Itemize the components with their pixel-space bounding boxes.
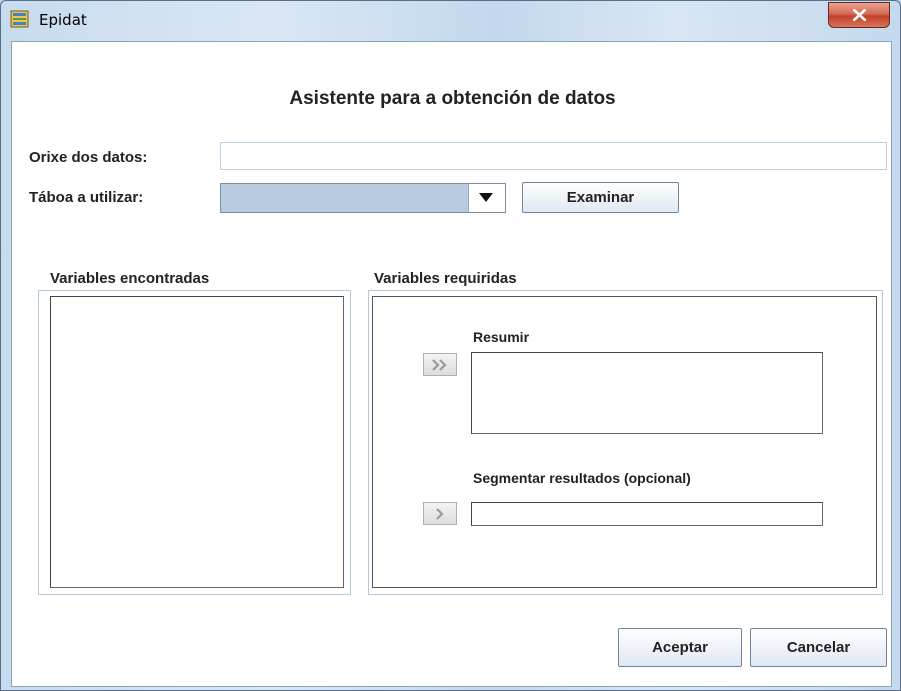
table-label: Táboa a utilizar:	[29, 189, 144, 206]
window-title: Epidat	[39, 11, 87, 29]
required-variables-panel: Resumir Segmentar resultados (opcional)	[372, 296, 877, 588]
summarize-list[interactable]	[471, 352, 823, 434]
accept-button[interactable]: Aceptar	[618, 628, 742, 667]
title-bar[interactable]: Epidat	[1, 1, 900, 41]
chevron-down-icon	[479, 193, 493, 202]
table-select-toggle[interactable]	[468, 184, 505, 212]
segment-label: Segmentar resultados (opcional)	[473, 470, 691, 486]
double-chevron-right-icon	[432, 359, 447, 371]
summarize-label: Resumir	[473, 329, 530, 345]
browse-button[interactable]: Examinar	[522, 182, 679, 213]
found-variables-title: Variables encontradas	[47, 270, 213, 287]
add-segment-button[interactable]	[423, 502, 457, 525]
segment-field[interactable]	[471, 502, 823, 526]
epidat-app-icon	[10, 10, 29, 28]
close-button[interactable]	[828, 2, 890, 28]
required-variables-title: Variables requiridas	[371, 270, 520, 287]
chevron-right-icon	[436, 508, 444, 520]
table-select[interactable]	[220, 183, 506, 213]
close-icon	[853, 9, 866, 21]
cancel-button[interactable]: Cancelar	[750, 628, 887, 667]
add-summarize-button[interactable]	[423, 353, 457, 376]
source-field[interactable]	[220, 142, 887, 170]
source-label: Orixe dos datos:	[29, 149, 148, 166]
found-variables-list[interactable]	[50, 296, 344, 588]
dialog-body: Asistente para a obtención de datos Orix…	[11, 41, 892, 687]
epidat-window: Epidat Asistente para a obtención de dat…	[0, 0, 901, 691]
dialog-heading: Asistente para a obtención de datos	[289, 88, 616, 109]
